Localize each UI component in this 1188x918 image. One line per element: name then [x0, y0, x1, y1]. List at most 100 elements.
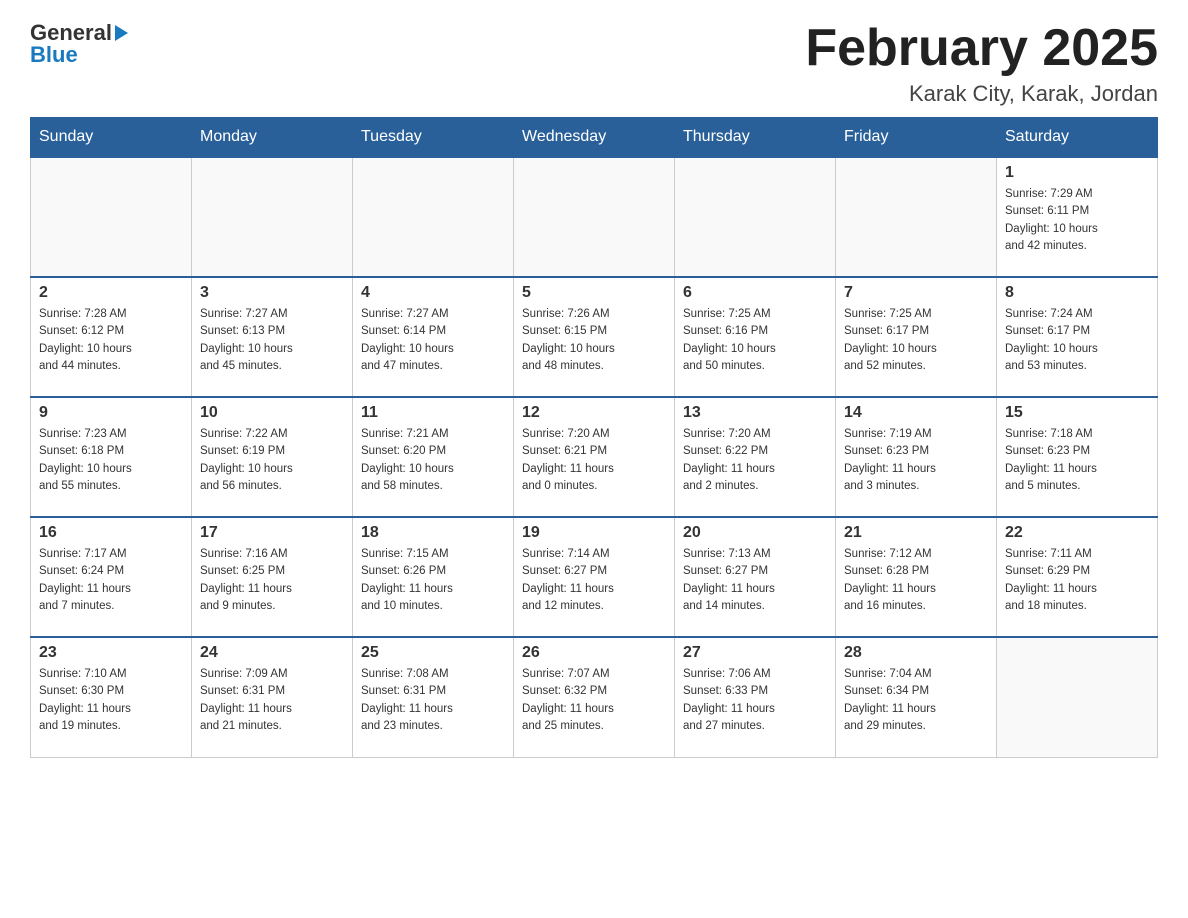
day-info: Sunrise: 7:09 AM Sunset: 6:31 PM Dayligh…	[200, 666, 344, 735]
day-number: 16	[39, 524, 183, 542]
day-info: Sunrise: 7:20 AM Sunset: 6:21 PM Dayligh…	[522, 426, 666, 495]
calendar-cell: 15 Sunrise: 7:18 AM Sunset: 6:23 PM Dayli…	[997, 397, 1158, 517]
day-number: 17	[200, 524, 344, 542]
day-info: Sunrise: 7:12 AM Sunset: 6:28 PM Dayligh…	[844, 546, 988, 615]
logo-blue-text: Blue	[30, 42, 78, 68]
calendar-cell	[353, 157, 514, 277]
day-number: 14	[844, 404, 988, 422]
calendar-cell: 20 Sunrise: 7:13 AM Sunset: 6:27 PM Dayli…	[675, 517, 836, 637]
calendar-cell: 21 Sunrise: 7:12 AM Sunset: 6:28 PM Dayli…	[836, 517, 997, 637]
calendar-cell: 28 Sunrise: 7:04 AM Sunset: 6:34 PM Dayli…	[836, 637, 997, 757]
calendar-cell	[675, 157, 836, 277]
day-number: 3	[200, 284, 344, 302]
day-number: 20	[683, 524, 827, 542]
day-info: Sunrise: 7:25 AM Sunset: 6:16 PM Dayligh…	[683, 306, 827, 375]
week-row-4: 16 Sunrise: 7:17 AM Sunset: 6:24 PM Dayli…	[31, 517, 1158, 637]
calendar-cell: 19 Sunrise: 7:14 AM Sunset: 6:27 PM Dayli…	[514, 517, 675, 637]
day-info: Sunrise: 7:25 AM Sunset: 6:17 PM Dayligh…	[844, 306, 988, 375]
day-number: 9	[39, 404, 183, 422]
day-info: Sunrise: 7:22 AM Sunset: 6:19 PM Dayligh…	[200, 426, 344, 495]
day-header-friday: Friday	[836, 118, 997, 158]
calendar-cell	[836, 157, 997, 277]
day-number: 22	[1005, 524, 1149, 542]
day-number: 27	[683, 644, 827, 662]
day-number: 10	[200, 404, 344, 422]
day-info: Sunrise: 7:04 AM Sunset: 6:34 PM Dayligh…	[844, 666, 988, 735]
day-info: Sunrise: 7:08 AM Sunset: 6:31 PM Dayligh…	[361, 666, 505, 735]
calendar-cell: 1 Sunrise: 7:29 AM Sunset: 6:11 PM Daylig…	[997, 157, 1158, 277]
day-info: Sunrise: 7:28 AM Sunset: 6:12 PM Dayligh…	[39, 306, 183, 375]
title-section: February 2025 Karak City, Karak, Jordan	[805, 20, 1158, 107]
calendar-cell: 10 Sunrise: 7:22 AM Sunset: 6:19 PM Dayli…	[192, 397, 353, 517]
week-row-2: 2 Sunrise: 7:28 AM Sunset: 6:12 PM Daylig…	[31, 277, 1158, 397]
calendar-cell: 7Sunrise: 7:25 AM Sunset: 6:17 PM Daylig…	[836, 277, 997, 397]
day-number: 15	[1005, 404, 1149, 422]
calendar-cell: 26 Sunrise: 7:07 AM Sunset: 6:32 PM Dayli…	[514, 637, 675, 757]
logo-triangle-icon	[115, 25, 128, 41]
day-info: Sunrise: 7:21 AM Sunset: 6:20 PM Dayligh…	[361, 426, 505, 495]
day-number: 28	[844, 644, 988, 662]
day-number: 4	[361, 284, 505, 302]
calendar-cell: 9 Sunrise: 7:23 AM Sunset: 6:18 PM Daylig…	[31, 397, 192, 517]
day-number: 21	[844, 524, 988, 542]
day-info: Sunrise: 7:15 AM Sunset: 6:26 PM Dayligh…	[361, 546, 505, 615]
week-row-3: 9 Sunrise: 7:23 AM Sunset: 6:18 PM Daylig…	[31, 397, 1158, 517]
day-info: Sunrise: 7:06 AM Sunset: 6:33 PM Dayligh…	[683, 666, 827, 735]
day-info: Sunrise: 7:29 AM Sunset: 6:11 PM Dayligh…	[1005, 186, 1149, 255]
day-info: Sunrise: 7:14 AM Sunset: 6:27 PM Dayligh…	[522, 546, 666, 615]
day-number: 18	[361, 524, 505, 542]
day-header-monday: Monday	[192, 118, 353, 158]
calendar-cell	[514, 157, 675, 277]
day-info: Sunrise: 7:24 AM Sunset: 6:17 PM Dayligh…	[1005, 306, 1149, 375]
calendar-cell	[997, 637, 1158, 757]
day-info: Sunrise: 7:27 AM Sunset: 6:14 PM Dayligh…	[361, 306, 505, 375]
day-info: Sunrise: 7:19 AM Sunset: 6:23 PM Dayligh…	[844, 426, 988, 495]
day-number: 13	[683, 404, 827, 422]
calendar-cell: 16 Sunrise: 7:17 AM Sunset: 6:24 PM Dayli…	[31, 517, 192, 637]
calendar-cell: 8Sunrise: 7:24 AM Sunset: 6:17 PM Daylig…	[997, 277, 1158, 397]
calendar-cell: 4 Sunrise: 7:27 AM Sunset: 6:14 PM Daylig…	[353, 277, 514, 397]
calendar-cell: 3 Sunrise: 7:27 AM Sunset: 6:13 PM Daylig…	[192, 277, 353, 397]
day-header-sunday: Sunday	[31, 118, 192, 158]
day-number: 25	[361, 644, 505, 662]
day-info: Sunrise: 7:20 AM Sunset: 6:22 PM Dayligh…	[683, 426, 827, 495]
day-info: Sunrise: 7:07 AM Sunset: 6:32 PM Dayligh…	[522, 666, 666, 735]
day-info: Sunrise: 7:16 AM Sunset: 6:25 PM Dayligh…	[200, 546, 344, 615]
month-title: February 2025	[805, 20, 1158, 77]
day-number: 26	[522, 644, 666, 662]
day-number: 6	[683, 284, 827, 302]
calendar-cell	[31, 157, 192, 277]
day-number: 1	[1005, 164, 1149, 182]
day-header-thursday: Thursday	[675, 118, 836, 158]
day-number: 12	[522, 404, 666, 422]
day-info: Sunrise: 7:13 AM Sunset: 6:27 PM Dayligh…	[683, 546, 827, 615]
calendar-cell	[192, 157, 353, 277]
calendar-cell: 5Sunrise: 7:26 AM Sunset: 6:15 PM Daylig…	[514, 277, 675, 397]
day-header-saturday: Saturday	[997, 118, 1158, 158]
day-info: Sunrise: 7:18 AM Sunset: 6:23 PM Dayligh…	[1005, 426, 1149, 495]
page-header: General Blue February 2025 Karak City, K…	[30, 20, 1158, 107]
calendar-cell: 23 Sunrise: 7:10 AM Sunset: 6:30 PM Dayli…	[31, 637, 192, 757]
calendar-cell: 22 Sunrise: 7:11 AM Sunset: 6:29 PM Dayli…	[997, 517, 1158, 637]
day-info: Sunrise: 7:23 AM Sunset: 6:18 PM Dayligh…	[39, 426, 183, 495]
calendar-cell: 11 Sunrise: 7:21 AM Sunset: 6:20 PM Dayli…	[353, 397, 514, 517]
day-number: 2	[39, 284, 183, 302]
day-header-tuesday: Tuesday	[353, 118, 514, 158]
calendar-cell: 6 Sunrise: 7:25 AM Sunset: 6:16 PM Daylig…	[675, 277, 836, 397]
day-number: 23	[39, 644, 183, 662]
week-row-1: 1 Sunrise: 7:29 AM Sunset: 6:11 PM Daylig…	[31, 157, 1158, 277]
location-title: Karak City, Karak, Jordan	[805, 81, 1158, 107]
calendar-cell: 25 Sunrise: 7:08 AM Sunset: 6:31 PM Dayli…	[353, 637, 514, 757]
calendar-cell: 14 Sunrise: 7:19 AM Sunset: 6:23 PM Dayli…	[836, 397, 997, 517]
week-row-5: 23 Sunrise: 7:10 AM Sunset: 6:30 PM Dayli…	[31, 637, 1158, 757]
header-row: SundayMondayTuesdayWednesdayThursdayFrid…	[31, 118, 1158, 158]
calendar-cell: 17 Sunrise: 7:16 AM Sunset: 6:25 PM Dayli…	[192, 517, 353, 637]
day-number: 11	[361, 404, 505, 422]
day-info: Sunrise: 7:10 AM Sunset: 6:30 PM Dayligh…	[39, 666, 183, 735]
day-info: Sunrise: 7:11 AM Sunset: 6:29 PM Dayligh…	[1005, 546, 1149, 615]
day-info: Sunrise: 7:17 AM Sunset: 6:24 PM Dayligh…	[39, 546, 183, 615]
calendar-table: SundayMondayTuesdayWednesdayThursdayFrid…	[30, 117, 1158, 758]
day-number: 19	[522, 524, 666, 542]
day-info: Sunrise: 7:27 AM Sunset: 6:13 PM Dayligh…	[200, 306, 344, 375]
day-header-wednesday: Wednesday	[514, 118, 675, 158]
